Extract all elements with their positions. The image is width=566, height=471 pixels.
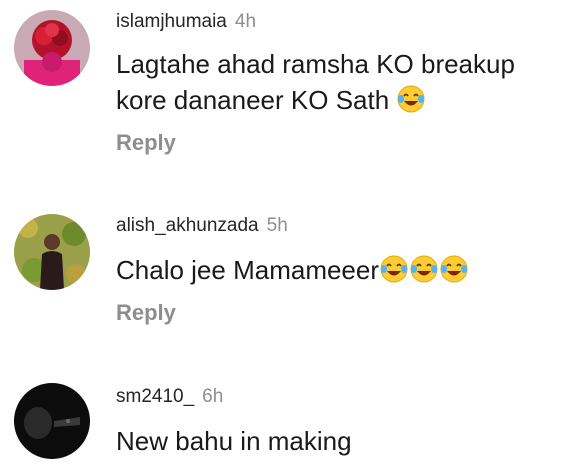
comment-text: New bahu in making xyxy=(116,423,556,459)
reply-button[interactable]: Reply xyxy=(116,300,176,326)
comment-text-line: New bahu in making xyxy=(116,426,352,456)
avatar-image xyxy=(14,383,90,459)
reply-button[interactable]: Reply xyxy=(116,130,176,156)
avatar-image xyxy=(14,10,90,86)
avatar[interactable] xyxy=(14,383,90,459)
face-with-tears-of-joy-icon xyxy=(409,254,439,284)
comment-text-line: kore dananeer KO Sath xyxy=(116,82,556,118)
username[interactable]: sm2410_ xyxy=(116,386,194,407)
comment-item: alish_akhunzada 5h Chalo jee Mamameeer Re… xyxy=(0,200,566,340)
face-with-tears-of-joy-icon xyxy=(379,254,409,284)
timestamp: 6h xyxy=(202,386,224,407)
timestamp: 4h xyxy=(234,11,257,32)
comment-text-fragment: kore dananeer KO Sath xyxy=(116,85,390,115)
username[interactable]: islamjhumaia xyxy=(116,11,227,32)
face-with-tears-of-joy-icon xyxy=(439,254,469,284)
avatar[interactable] xyxy=(14,214,90,290)
comment-meta: sm2410_ 6h xyxy=(116,385,223,409)
avatar-image xyxy=(14,214,90,290)
comment-item: sm2410_ 6h New bahu in making xyxy=(0,375,566,471)
comment-text-line: Lagtahe ahad ramsha KO breakup xyxy=(116,49,515,79)
timestamp: 5h xyxy=(266,215,288,236)
avatar[interactable] xyxy=(14,10,90,86)
comment-text-line: Chalo jee Mamameeer xyxy=(116,252,556,288)
comment-text: Chalo jee Mamameeer xyxy=(116,252,556,288)
comment-meta: alish_akhunzada 5h xyxy=(116,214,288,238)
comment-item: islamjhumaia 4h Lagtahe ahad ramsha KO br… xyxy=(0,0,566,170)
comment-text: Lagtahe ahad ramsha KO breakup kore dana… xyxy=(116,46,556,118)
comment-text-fragment: Chalo jee Mamameeer xyxy=(116,255,380,285)
username[interactable]: alish_akhunzada xyxy=(116,215,259,236)
comment-meta: islamjhumaia 4h xyxy=(116,10,256,34)
face-with-tears-of-joy-icon xyxy=(396,84,426,114)
